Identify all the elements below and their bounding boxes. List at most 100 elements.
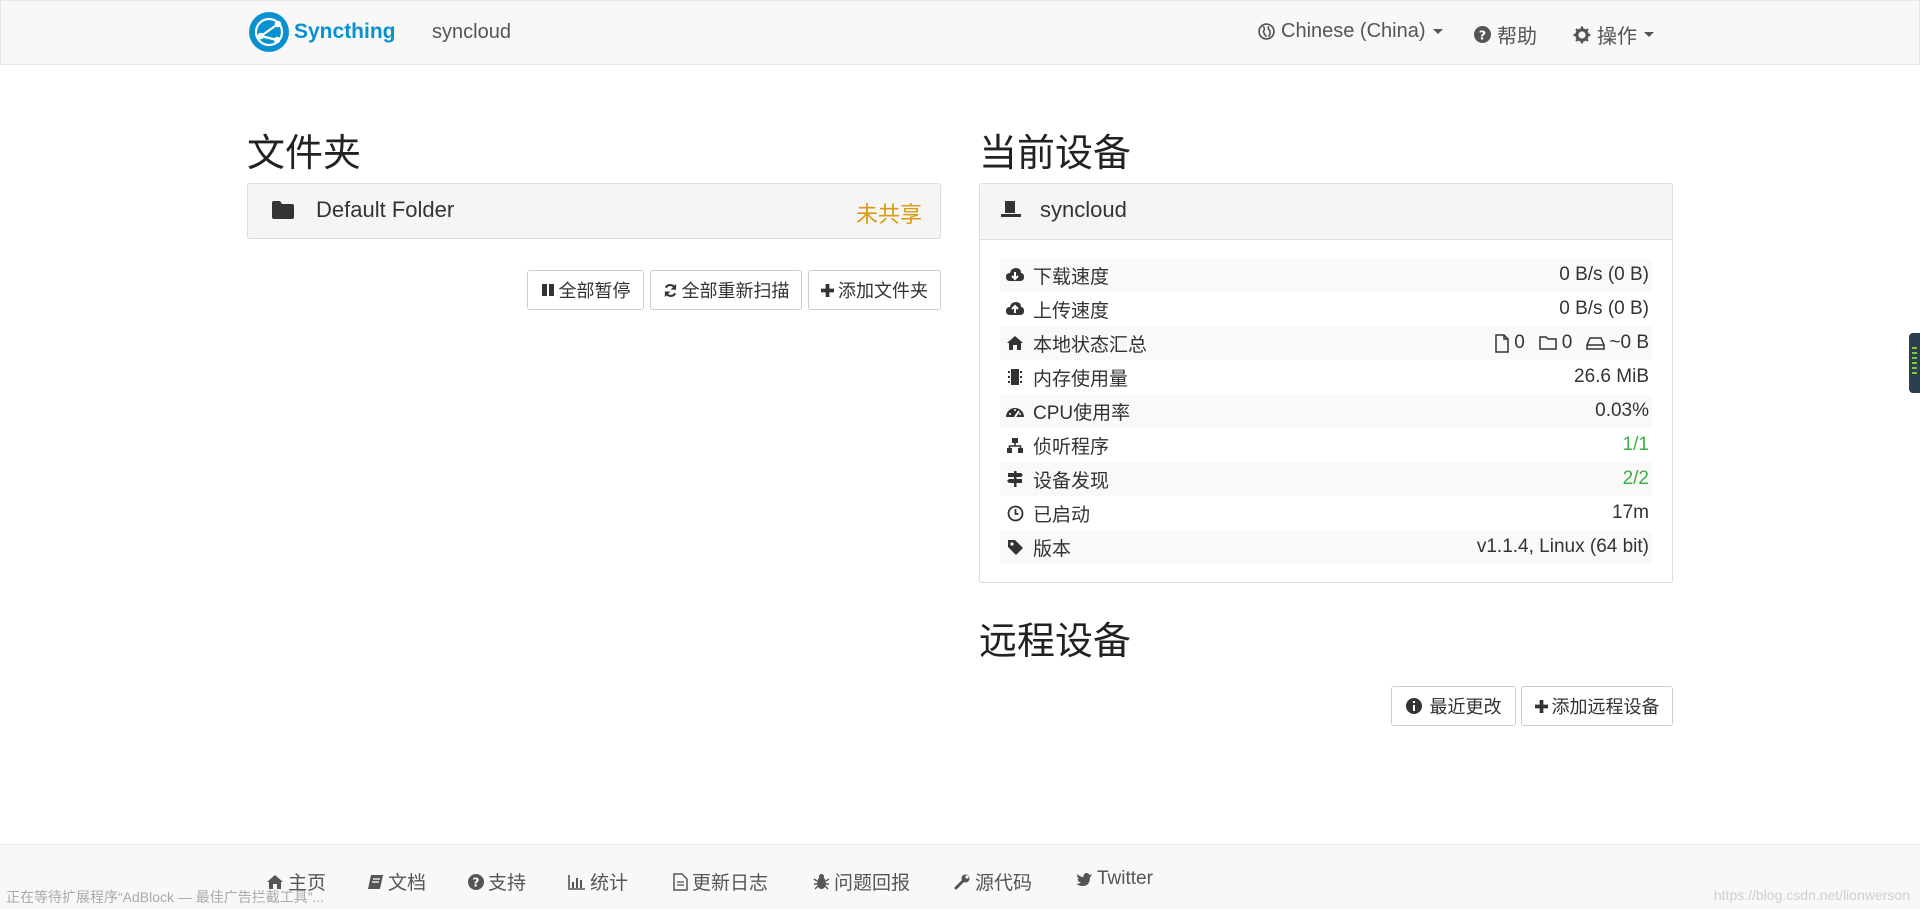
dashboard-icon	[1000, 403, 1030, 419]
actions-label: 操作	[1597, 26, 1637, 48]
plus-icon	[821, 283, 834, 297]
folder-open-icon	[1539, 336, 1557, 350]
desktop-icon	[1001, 201, 1021, 217]
svg-text:?: ?	[1479, 28, 1486, 43]
browser-status-text: 正在等待扩展程序“AdBlock — 最佳广告拦截工具”...	[6, 889, 325, 905]
footer-link-label: 更新日志	[692, 873, 769, 894]
stat-label: 版本	[1033, 538, 1072, 560]
stat-label: 设备发现	[1033, 470, 1110, 492]
this-device-panel: syncloud 下载速度 0 B/s (0 B) 上传速度 0 B/s (0 …	[979, 183, 1673, 583]
brand-name: Syncthing	[294, 20, 396, 43]
brand-logo-link[interactable]: Syncthing	[248, 11, 396, 53]
this-device-header[interactable]: syncloud	[980, 184, 1672, 240]
stat-value: 0 B/s (0 B)	[1559, 298, 1649, 319]
footer-link-label: 问题回报	[834, 873, 911, 894]
bug-icon	[813, 874, 830, 890]
footer-link-stats[interactable]: 统计	[568, 868, 628, 895]
question-circle-icon: ?	[1474, 26, 1491, 43]
top-navbar: Syncthing syncloud Chinese (China) ? 帮助 …	[0, 0, 1920, 65]
stat-label: 本地状态汇总	[1033, 334, 1148, 356]
footer-link-bugs[interactable]: 问题回报	[813, 868, 910, 895]
side-extension-handle[interactable]	[1909, 333, 1920, 393]
stat-label: 侦听程序	[1033, 436, 1110, 458]
stat-row-upload-rate: 上传速度 0 B/s (0 B)	[1000, 292, 1652, 326]
signpost-icon	[1000, 470, 1030, 488]
language-dropdown[interactable]: Chinese (China)	[1258, 20, 1443, 43]
footer-bar: 主页 文档 ? 支持 统计 更新日志 问题回报 源代码 Twitter 正在等待…	[0, 844, 1920, 909]
twitter-icon	[1076, 872, 1092, 886]
footer-link-source[interactable]: 源代码	[954, 868, 1032, 895]
add-remote-device-label: 添加远程设备	[1551, 697, 1660, 717]
stat-value: 1/1	[1622, 434, 1649, 455]
remote-devices-heading: 远程设备	[979, 621, 1132, 663]
local-state-summary: 0 0 ~0 B	[1494, 332, 1649, 354]
footer-link-changelog[interactable]: 更新日志	[673, 868, 768, 895]
clock-icon	[1000, 505, 1030, 522]
rescan-all-button[interactable]: 全部重新扫描	[650, 270, 802, 310]
stat-label: 下载速度	[1033, 266, 1110, 288]
stat-row-cpu: CPU使用率 0.03%	[1000, 394, 1652, 428]
local-size: ~0 B	[1609, 332, 1649, 353]
stat-label: CPU使用率	[1033, 402, 1131, 424]
this-device-name: syncloud	[1040, 197, 1127, 222]
hdd-icon	[1586, 336, 1606, 350]
refresh-icon	[664, 283, 676, 297]
stat-label: 已启动	[1033, 504, 1091, 526]
tag-icon	[1000, 539, 1030, 556]
stat-row-listeners: 侦听程序 1/1	[1000, 428, 1652, 462]
pause-all-label: 全部暂停	[558, 281, 631, 301]
add-folder-label: 添加文件夹	[838, 281, 928, 301]
home-icon	[1000, 335, 1030, 351]
stat-row-download-rate: 下载速度 0 B/s (0 B)	[1000, 258, 1652, 292]
stat-row-version: 版本 v1.1.4, Linux (64 bit)	[1000, 530, 1652, 564]
actions-dropdown[interactable]: 操作	[1573, 20, 1654, 49]
help-menu[interactable]: ? 帮助	[1474, 20, 1537, 49]
local-files-count: 0	[1514, 332, 1525, 353]
wrench-icon	[954, 874, 970, 890]
stat-value: v1.1.4, Linux (64 bit)	[1476, 536, 1649, 557]
stat-label: 内存使用量	[1033, 368, 1129, 390]
folder-name: Default Folder	[316, 197, 455, 222]
info-circle-icon	[1405, 698, 1422, 714]
footer-link-support[interactable]: ? 支持	[468, 868, 526, 895]
cloud-upload-icon	[1000, 301, 1030, 317]
footer-link-label: 文档	[388, 873, 427, 894]
sitemap-icon	[1000, 437, 1030, 454]
book-icon	[368, 874, 383, 889]
language-label: Chinese (China)	[1281, 20, 1426, 42]
footer-link-label: 支持	[488, 873, 527, 894]
memory-icon	[1000, 368, 1030, 386]
watermark-text: https://blog.csdn.net/lionwerson	[1713, 887, 1910, 903]
navbar-device-name: syncloud	[432, 21, 511, 43]
syncthing-logo-icon	[249, 12, 289, 52]
stat-value: 17m	[1612, 502, 1649, 523]
cloud-download-icon	[1000, 267, 1030, 283]
pause-all-button[interactable]: 全部暂停	[527, 270, 644, 310]
stat-row-uptime: 已启动 17m	[1000, 496, 1652, 530]
help-label: 帮助	[1497, 26, 1537, 48]
stat-value: 0.03%	[1595, 400, 1649, 421]
file-icon	[1495, 333, 1509, 353]
rescan-all-label: 全部重新扫描	[681, 281, 790, 301]
folder-panel-default[interactable]: Default Folder 未共享	[247, 183, 941, 239]
stat-row-discovery: 设备发现 2/2	[1000, 462, 1652, 496]
stat-row-local-state: 本地状态汇总 0 0 ~0 B	[1000, 326, 1652, 360]
bar-chart-icon	[568, 874, 585, 890]
pause-icon	[541, 284, 554, 296]
footer-link-docs[interactable]: 文档	[367, 868, 426, 895]
stat-value: 26.6 MiB	[1574, 366, 1649, 387]
footer-link-twitter[interactable]: Twitter	[1076, 868, 1153, 890]
stat-value: 0 B/s (0 B)	[1559, 264, 1649, 285]
caret-down-icon	[1644, 32, 1654, 37]
caret-down-icon	[1432, 29, 1443, 34]
device-stats-table: 下载速度 0 B/s (0 B) 上传速度 0 B/s (0 B) 本地状态汇总…	[1000, 258, 1652, 564]
this-device-heading: 当前设备	[979, 133, 1132, 175]
add-folder-button[interactable]: 添加文件夹	[808, 270, 941, 310]
recent-changes-label: 最近更改	[1429, 697, 1502, 717]
add-remote-device-button[interactable]: 添加远程设备	[1521, 686, 1673, 726]
stat-value: 2/2	[1622, 468, 1649, 489]
question-circle-icon: ?	[468, 873, 484, 890]
recent-changes-button[interactable]: 最近更改	[1391, 686, 1516, 726]
gear-icon	[1573, 26, 1591, 43]
stat-label: 上传速度	[1033, 300, 1110, 322]
